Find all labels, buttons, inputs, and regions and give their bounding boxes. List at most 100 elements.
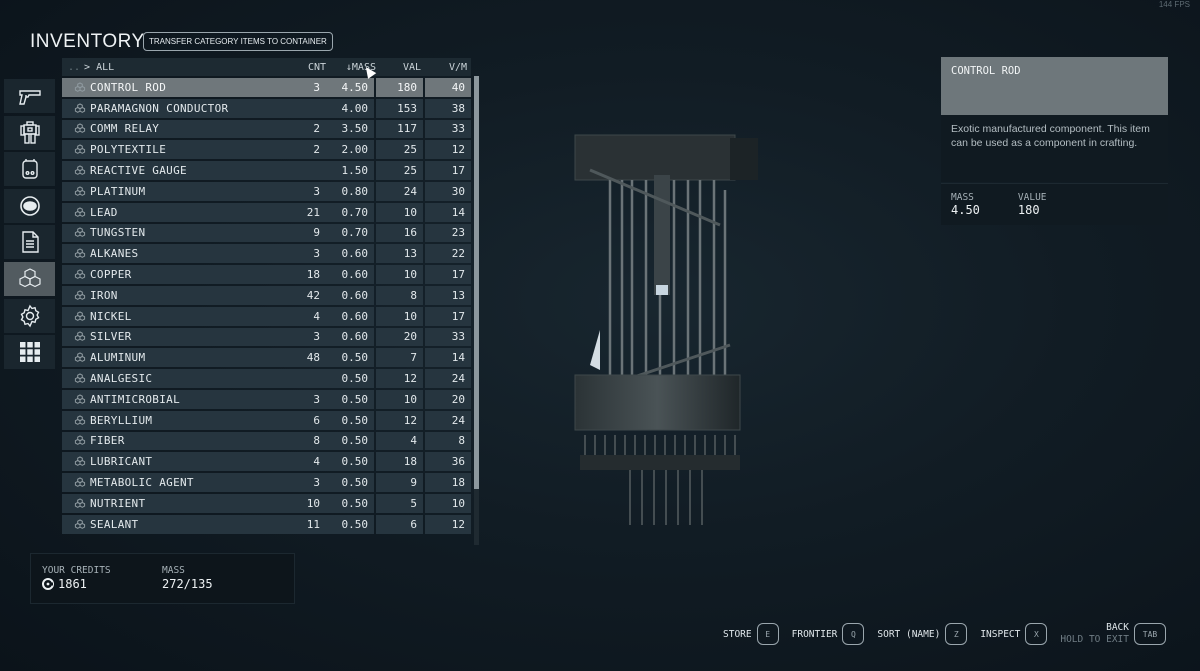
item-row[interactable]: FIBER 8 0.50 4 8 bbox=[62, 431, 471, 451]
category-weapons[interactable] bbox=[4, 79, 55, 113]
category-resources[interactable] bbox=[4, 261, 55, 296]
item-value: 20 bbox=[376, 327, 423, 347]
item-row[interactable]: BERYLLIUM 6 0.50 12 24 bbox=[62, 410, 471, 430]
list-scrollbar[interactable] bbox=[474, 76, 479, 545]
category-spacesuits[interactable] bbox=[4, 115, 55, 150]
item-row[interactable]: SEALANT 11 0.50 6 12 bbox=[62, 514, 471, 534]
item-row[interactable]: TUNGSTEN 9 0.70 16 23 bbox=[62, 223, 471, 243]
item-value: 25 bbox=[376, 140, 423, 160]
item-main-cell: POLYTEXTILE 2 2.00 bbox=[62, 140, 374, 160]
item-row[interactable]: COMM RELAY 2 3.50 117 33 bbox=[62, 119, 471, 139]
resource-icon bbox=[74, 144, 87, 155]
item-rows: CONTROL ROD 3 4.50 180 40 PARAMAGNON CON… bbox=[62, 78, 471, 534]
item-value-per-mass: 17 bbox=[425, 161, 471, 180]
item-mass: 0.50 bbox=[341, 455, 369, 469]
item-name: FIBER bbox=[90, 434, 125, 448]
item-count: 3 bbox=[313, 330, 320, 344]
item-row[interactable]: LEAD 21 0.70 10 14 bbox=[62, 202, 471, 222]
item-count: 18 bbox=[306, 268, 320, 282]
item-row[interactable]: METABOLIC AGENT 3 0.50 9 18 bbox=[62, 473, 471, 492]
item-value-per-mass: 30 bbox=[425, 181, 471, 201]
item-mass: 0.50 bbox=[341, 351, 369, 365]
item-row[interactable]: NICKEL 4 0.60 10 17 bbox=[62, 306, 471, 326]
item-value-per-mass: 13 bbox=[425, 285, 471, 305]
item-row[interactable]: POLYTEXTILE 2 2.00 25 12 bbox=[62, 140, 471, 160]
item-name: ANALGESIC bbox=[90, 372, 153, 386]
column-header-vm[interactable]: V/M bbox=[421, 62, 471, 73]
item-count: 2 bbox=[313, 122, 320, 136]
item-row[interactable]: PLATINUM 3 0.80 24 30 bbox=[62, 181, 471, 201]
mass-stat: MASS 272/135 bbox=[162, 565, 213, 591]
item-value-per-mass: 14 bbox=[425, 348, 471, 368]
item-count: 4 bbox=[313, 309, 320, 323]
item-name: LUBRICANT bbox=[90, 455, 153, 469]
item-value-per-mass: 12 bbox=[425, 514, 471, 534]
item-mass: 0.70 bbox=[341, 226, 369, 240]
key-x: X bbox=[1025, 623, 1048, 645]
item-row[interactable]: SILVER 3 0.60 20 33 bbox=[62, 327, 471, 347]
hint-back[interactable]: BACK HOLD TO EXIT TAB bbox=[1060, 622, 1166, 646]
item-mass: 0.50 bbox=[341, 517, 369, 531]
item-mass: 0.50 bbox=[341, 392, 369, 406]
item-value-per-mass: 33 bbox=[425, 119, 471, 139]
item-mass: 0.50 bbox=[341, 496, 369, 510]
hint-label: STORE bbox=[723, 628, 752, 640]
item-row[interactable]: CONTROL ROD 3 4.50 180 40 bbox=[62, 78, 471, 97]
detail-value: VALUE 180 bbox=[1018, 192, 1047, 217]
item-mass: 3.50 bbox=[341, 122, 369, 136]
item-count: 11 bbox=[306, 517, 320, 531]
hint-inspect[interactable]: INSPECT X bbox=[980, 623, 1048, 645]
item-row[interactable]: COPPER 18 0.60 10 17 bbox=[62, 265, 471, 284]
transfer-category-button[interactable]: TRANSFER CATEGORY ITEMS TO CONTAINER bbox=[143, 32, 333, 51]
item-mass: 0.50 bbox=[341, 413, 369, 427]
item-row[interactable]: ANTIMICROBIAL 3 0.50 10 20 bbox=[62, 389, 471, 409]
item-main-cell: LUBRICANT 4 0.50 bbox=[62, 452, 374, 472]
category-backpacks[interactable] bbox=[4, 152, 55, 187]
breadcrumb-up[interactable]: .. bbox=[68, 62, 80, 73]
credits-icon bbox=[42, 578, 54, 590]
item-main-cell: NICKEL 4 0.60 bbox=[62, 306, 374, 326]
item-count: 3 bbox=[313, 476, 320, 490]
item-row[interactable]: ALKANES 3 0.60 13 22 bbox=[62, 244, 471, 264]
item-name: ALUMINUM bbox=[90, 351, 146, 365]
hint-frontier[interactable]: FRONTIER Q bbox=[792, 623, 865, 645]
resource-icon bbox=[74, 165, 87, 176]
breadcrumb[interactable]: .. > ALL bbox=[62, 62, 286, 73]
item-name: SEALANT bbox=[90, 517, 139, 531]
hint-store[interactable]: STORE E bbox=[723, 623, 779, 645]
item-row[interactable]: REACTIVE GAUGE 1.50 25 17 bbox=[62, 161, 471, 180]
item-mass: 0.70 bbox=[341, 205, 369, 219]
detail-mass-label: MASS bbox=[951, 192, 974, 203]
item-row[interactable]: PARAMAGNON CONDUCTOR 4.00 153 38 bbox=[62, 98, 471, 118]
category-misc[interactable] bbox=[4, 298, 55, 333]
item-row[interactable]: IRON 42 0.60 8 13 bbox=[62, 285, 471, 305]
item-count: 42 bbox=[306, 288, 320, 302]
scrollbar-thumb[interactable] bbox=[474, 76, 479, 489]
item-row[interactable]: LUBRICANT 4 0.50 18 36 bbox=[62, 452, 471, 472]
item-name: ALKANES bbox=[90, 247, 139, 261]
item-value-per-mass: 14 bbox=[425, 202, 471, 222]
inventory-list: .. > ALL CNT ↓MASS VAL V/M CONTROL ROD 3 … bbox=[62, 58, 471, 536]
item-value: 7 bbox=[376, 348, 423, 368]
item-row[interactable]: NUTRIENT 10 0.50 5 10 bbox=[62, 493, 471, 513]
item-name: COMM RELAY bbox=[90, 122, 160, 136]
item-main-cell: COMM RELAY 2 3.50 bbox=[62, 119, 374, 139]
item-value-per-mass: 38 bbox=[425, 98, 471, 118]
column-header-val[interactable]: VAL bbox=[376, 62, 421, 73]
resource-icon bbox=[74, 290, 87, 301]
detail-mass-value: 4.50 bbox=[951, 203, 980, 217]
item-main-cell: FIBER 8 0.50 bbox=[62, 431, 374, 451]
backpack-icon bbox=[21, 159, 38, 179]
hint-label: FRONTIER bbox=[791, 628, 838, 640]
item-value-per-mass: 36 bbox=[425, 452, 471, 472]
item-3d-preview[interactable] bbox=[570, 130, 770, 530]
hint-sort[interactable]: SORT (NAME) Z bbox=[877, 623, 968, 645]
item-main-cell: ALUMINUM 48 0.50 bbox=[62, 348, 374, 368]
category-all[interactable] bbox=[4, 335, 55, 370]
category-notes[interactable] bbox=[4, 225, 55, 260]
resource-icon bbox=[74, 415, 87, 426]
column-header-cnt[interactable]: CNT bbox=[286, 62, 326, 73]
item-row[interactable]: ALUMINUM 48 0.50 7 14 bbox=[62, 348, 471, 368]
item-row[interactable]: ANALGESIC 0.50 12 24 bbox=[62, 369, 471, 388]
category-helmets[interactable] bbox=[4, 188, 55, 223]
